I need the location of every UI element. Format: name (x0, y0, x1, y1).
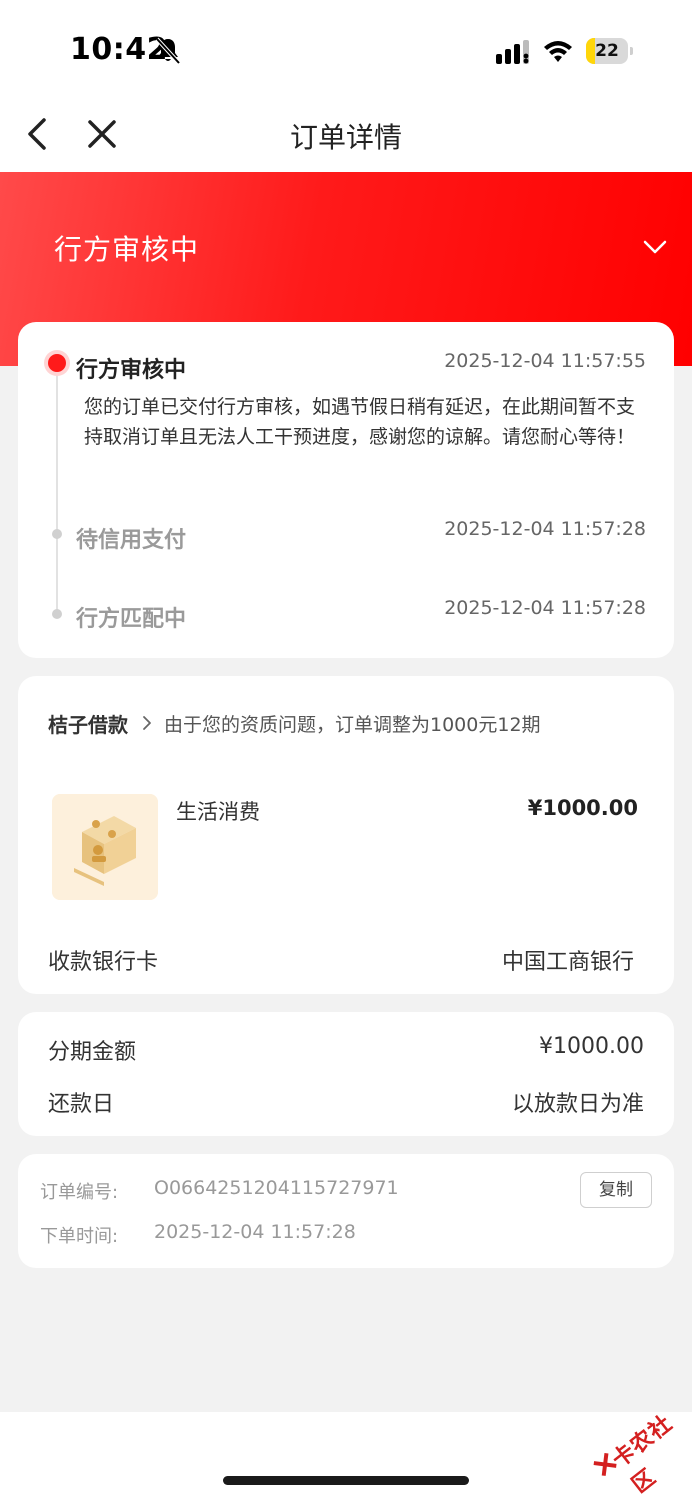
banner-status: 行方审核中 (54, 233, 200, 266)
order-number-value: O0664251204115727971 (154, 1177, 399, 1199)
amount-card: 分期金额 ¥1000.00 还款日 以放款日为准 (18, 1012, 674, 1136)
order-time-label: 下单时间: (40, 1226, 119, 1247)
order-info-card: 订单编号: O0664251204115727971 复制 下单时间: 2025… (18, 1154, 674, 1268)
chevron-down-icon[interactable] (640, 232, 670, 262)
step-title: 行方审核中 (76, 358, 187, 383)
chevron-right-icon (143, 716, 151, 730)
step-time: 2025-12-04 11:57:28 (444, 518, 646, 540)
copy-button[interactable]: 复制 (580, 1172, 652, 1208)
battery-icon: 22 (586, 38, 634, 64)
product-card: 桔子借款 由于您的资质问题，订单调整为1000元12期 生活消费 ¥1000.0… (18, 676, 674, 994)
wifi-icon (544, 41, 572, 62)
step-title: 行方匹配中 (76, 607, 187, 632)
merchant-name: 桔子借款 (48, 712, 128, 737)
order-number-label: 订单编号: (40, 1182, 119, 1203)
timeline-dot-active (48, 354, 66, 372)
signal-icon (496, 40, 529, 64)
product-name: 生活消费 (176, 800, 260, 824)
bell-slash-icon (155, 37, 181, 65)
product-price: ¥1000.00 (527, 796, 638, 820)
nav-bar: 订单详情 (0, 100, 692, 172)
installment-value: ¥1000.00 (539, 1034, 644, 1059)
timeline-card: 行方审核中 2025-12-04 11:57:55 您的订单已交付行方审核，如遇… (18, 322, 674, 658)
status-bar: 10:42 22 (0, 0, 692, 100)
repay-label: 还款日 (48, 1092, 115, 1117)
page-title: 订单详情 (289, 121, 402, 154)
repay-value: 以放款日为准 (511, 1092, 644, 1117)
bank-value: 中国工商银行 (501, 950, 634, 975)
step-title: 待信用支付 (76, 528, 187, 553)
step-time: 2025-12-04 11:57:55 (444, 350, 646, 372)
timeline-dot (52, 609, 62, 619)
product-image (52, 794, 158, 900)
merchant-row[interactable]: 桔子借款 由于您的资质问题，订单调整为1000元12期 (48, 708, 541, 738)
step-time: 2025-12-04 11:57:28 (444, 597, 646, 619)
timeline-dot (52, 529, 62, 539)
merchant-note: 由于您的资质问题，订单调整为1000元12期 (164, 713, 541, 736)
order-time-value: 2025-12-04 11:57:28 (154, 1221, 356, 1243)
timeline-line (56, 366, 58, 614)
battery-level: 22 (595, 41, 619, 61)
installment-label: 分期金额 (48, 1040, 137, 1065)
step-description: 您的订单已交付行方审核，如遇节假日稍有延迟，在此期间暂不支持取消订单且无法人工干… (84, 396, 636, 448)
home-indicator (223, 1476, 469, 1485)
bottom-bar (0, 1412, 692, 1500)
bank-label: 收款银行卡 (48, 950, 159, 975)
